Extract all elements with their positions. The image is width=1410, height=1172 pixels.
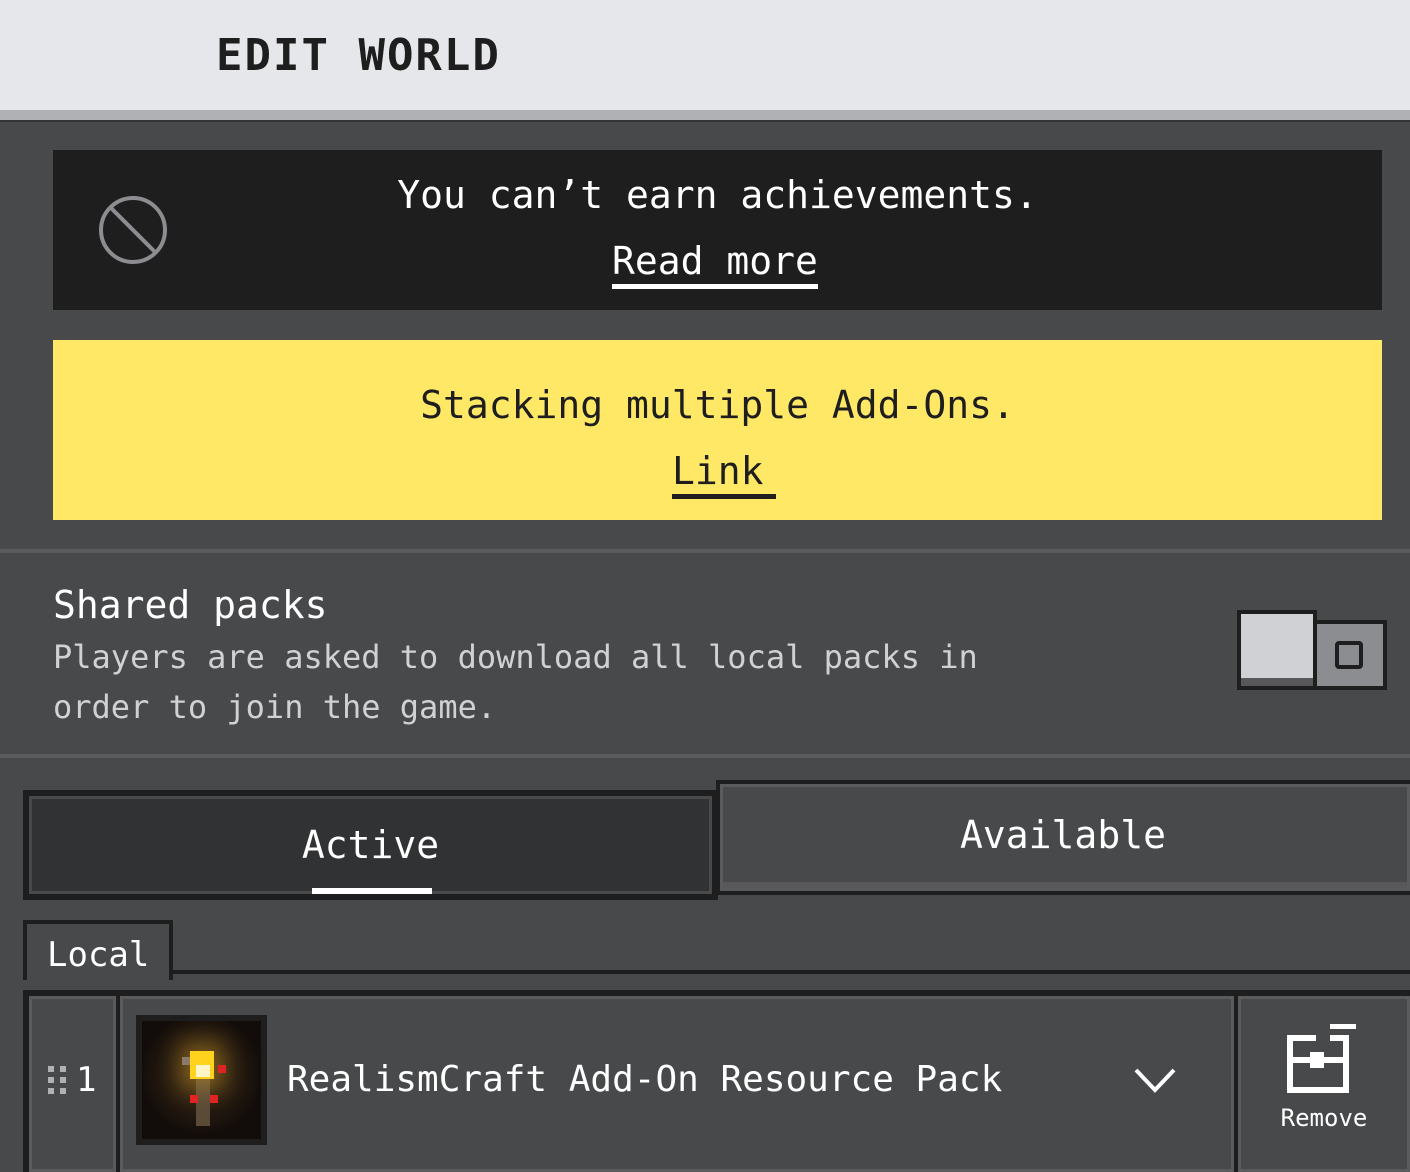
page-title: EDIT WORLD (216, 30, 501, 81)
tab-available-label: Available (960, 813, 1166, 857)
shared-packs-toggle[interactable] (1237, 610, 1387, 690)
toggle-knob (1237, 610, 1317, 690)
pack-order-number: 1 (76, 1060, 97, 1100)
pack-thumbnail (136, 1015, 267, 1145)
title-bar: EDIT WORLD (0, 0, 1410, 110)
tab-selected-indicator (312, 888, 432, 894)
chevron-down-icon (1134, 1068, 1176, 1093)
shared-packs-title: Shared packs (53, 583, 328, 627)
shared-packs-description: Players are asked to download all local … (53, 638, 978, 726)
local-section-rule (173, 970, 1410, 974)
local-section-label: Local (47, 935, 150, 975)
tab-active-label: Active (301, 823, 440, 867)
addon-warning-message: Stacking multiple Add-Ons. (420, 383, 1015, 427)
drag-handle[interactable] (29, 996, 116, 1172)
drag-grip-icon (48, 1066, 68, 1094)
achievements-message: You can’t earn achievements. (397, 173, 1038, 217)
toggle-off-icon (1335, 641, 1363, 669)
section-divider (0, 549, 1410, 553)
remove-pack-icon (1287, 1024, 1356, 1093)
torch-icon (142, 1021, 261, 1139)
remove-label: Remove (1280, 1104, 1368, 1132)
header-divider (0, 110, 1410, 122)
addon-warning-link[interactable]: Link (672, 448, 776, 499)
read-more-link[interactable]: Read more (612, 238, 818, 289)
section-divider (0, 754, 1410, 758)
pack-name: RealismCraft Add-On Resource Pack (287, 1059, 1003, 1100)
